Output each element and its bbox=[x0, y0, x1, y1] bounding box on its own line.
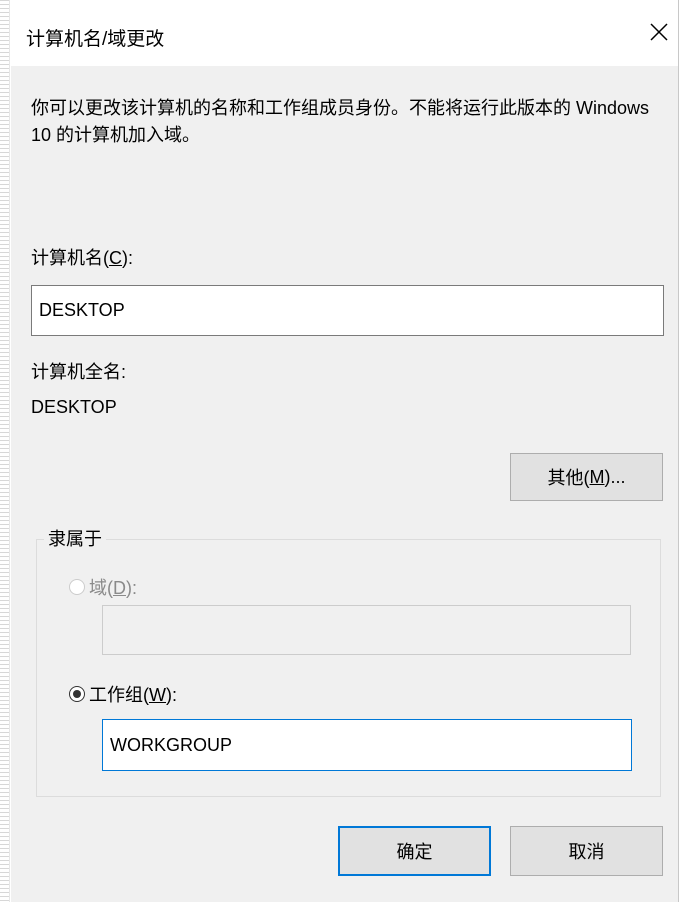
workgroup-label-suffix: ): bbox=[166, 685, 177, 705]
domain-input[interactable] bbox=[102, 605, 631, 655]
computer-name-label-suffix: ): bbox=[122, 248, 133, 268]
member-of-legend: 隶属于 bbox=[44, 525, 106, 551]
workgroup-label-text: 工作组( bbox=[89, 685, 149, 705]
computer-name-label-text: 计算机名( bbox=[31, 248, 109, 268]
ok-button[interactable]: 确定 bbox=[338, 826, 491, 876]
workgroup-radio[interactable]: 工作组(W): bbox=[69, 681, 177, 707]
full-computer-name-value: DESKTOP bbox=[31, 397, 117, 417]
more-button-access-key: M bbox=[589, 466, 605, 487]
close-button[interactable] bbox=[641, 14, 677, 50]
workgroup-radio-circle bbox=[69, 686, 85, 702]
background-edge bbox=[0, 0, 10, 902]
close-icon bbox=[650, 23, 668, 41]
more-button[interactable]: 其他(M)... bbox=[510, 453, 663, 501]
workgroup-radio-label: 工作组(W): bbox=[89, 681, 177, 707]
domain-radio[interactable]: 域(D): bbox=[69, 574, 137, 600]
more-button-label-suffix: )... bbox=[604, 466, 626, 487]
workgroup-access-key: W bbox=[149, 685, 166, 705]
domain-label-text: 域( bbox=[89, 578, 113, 598]
more-button-label: 其他( bbox=[547, 468, 590, 488]
cancel-button[interactable]: 取消 bbox=[510, 826, 663, 876]
computer-name-access-key: C bbox=[109, 248, 122, 268]
computer-name-label: 计算机名(C): bbox=[31, 244, 133, 270]
computer-name-input[interactable] bbox=[31, 285, 664, 336]
domain-access-key: D bbox=[113, 578, 126, 598]
domain-radio-circle bbox=[69, 579, 85, 595]
workgroup-input[interactable] bbox=[102, 719, 632, 771]
domain-label-suffix: ): bbox=[126, 578, 137, 598]
dialog-description: 你可以更改该计算机的名称和工作组成员身份。不能将运行此版本的 Windows 1… bbox=[31, 98, 650, 145]
computer-name-dialog: 计算机名/域更改 你可以更改该计算机的名称和工作组成员身份。不能将运行此版本的 … bbox=[11, 0, 679, 902]
full-computer-name-label: 计算机全名: bbox=[31, 362, 127, 382]
domain-radio-label: 域(D): bbox=[89, 574, 137, 600]
title-bar: 计算机名/域更改 bbox=[11, 0, 678, 66]
dialog-title: 计算机名/域更改 bbox=[26, 29, 165, 50]
